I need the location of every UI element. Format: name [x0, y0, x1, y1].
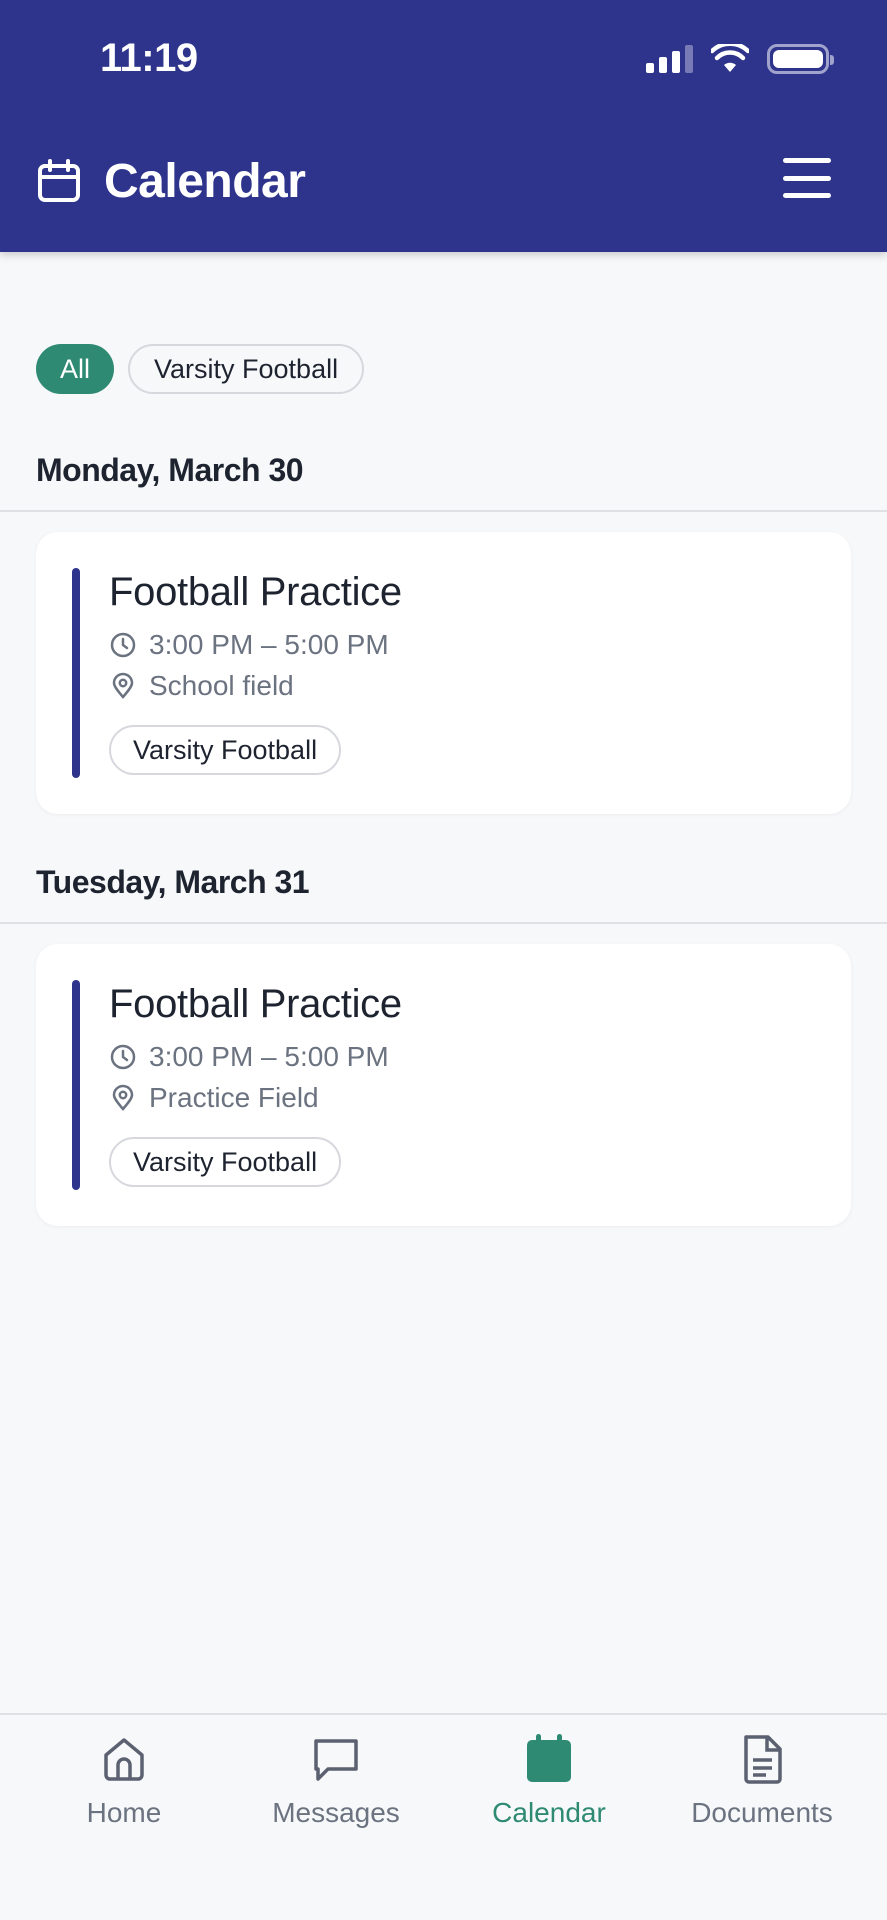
app-header: 11:19 Calendar	[0, 0, 887, 252]
wifi-icon	[711, 44, 749, 72]
day-header: Monday, March 30	[0, 452, 887, 512]
nav-item-documents[interactable]: Documents	[656, 1733, 868, 1829]
location-pin-icon	[112, 1084, 134, 1111]
nav-item-home[interactable]: Home	[18, 1733, 230, 1829]
nav-item-messages[interactable]: Messages	[230, 1733, 442, 1829]
status-time: 11:19	[100, 36, 198, 80]
page-title: Calendar	[104, 154, 306, 208]
calendar-icon	[38, 159, 80, 202]
filter-chips: All Varsity Football	[36, 344, 365, 394]
day-header: Tuesday, March 31	[0, 864, 887, 924]
cellular-signal-icon	[646, 45, 693, 73]
event-card[interactable]: Football Practice 3:00 PM – 5:00 PM Scho…	[36, 532, 851, 814]
event-time: 3:00 PM – 5:00 PM	[109, 629, 389, 661]
event-time: 3:00 PM – 5:00 PM	[109, 1041, 389, 1073]
hamburger-menu-icon[interactable]	[783, 158, 831, 198]
event-location: Practice Field	[109, 1082, 319, 1114]
clock-icon	[110, 1044, 136, 1070]
clock-icon	[110, 632, 136, 658]
document-icon	[744, 1735, 782, 1784]
filter-chip-varsity-football[interactable]: Varsity Football	[128, 344, 365, 394]
battery-icon	[767, 44, 834, 74]
event-location-text: Practice Field	[149, 1082, 319, 1113]
event-color-bar	[72, 980, 80, 1190]
event-time-text: 3:00 PM – 5:00 PM	[149, 629, 389, 660]
message-icon	[314, 1739, 358, 1781]
event-card[interactable]: Football Practice 3:00 PM – 5:00 PM Prac…	[36, 944, 851, 1226]
home-icon	[104, 1738, 144, 1781]
event-location-text: School field	[149, 670, 294, 701]
status-icons	[646, 42, 834, 76]
event-color-bar	[72, 568, 80, 778]
nav-label: Documents	[691, 1797, 833, 1828]
event-location: School field	[109, 670, 294, 702]
event-title: Football Practice	[109, 570, 402, 614]
event-time-text: 3:00 PM – 5:00 PM	[149, 1041, 389, 1072]
calendar-icon	[527, 1734, 571, 1782]
event-title: Football Practice	[109, 982, 402, 1026]
event-team-tag: Varsity Football	[109, 725, 342, 775]
nav-item-calendar[interactable]: Calendar	[443, 1733, 655, 1829]
nav-label: Home	[86, 1797, 162, 1828]
nav-label: Messages	[272, 1797, 400, 1828]
filter-chip-all[interactable]: All	[36, 344, 115, 394]
location-pin-icon	[112, 672, 134, 699]
nav-label: Calendar	[492, 1797, 606, 1828]
event-team-tag: Varsity Football	[109, 1137, 342, 1187]
title-row: Calendar	[36, 150, 831, 212]
bottom-nav: Home Messages Calendar Documents	[0, 1713, 887, 1920]
